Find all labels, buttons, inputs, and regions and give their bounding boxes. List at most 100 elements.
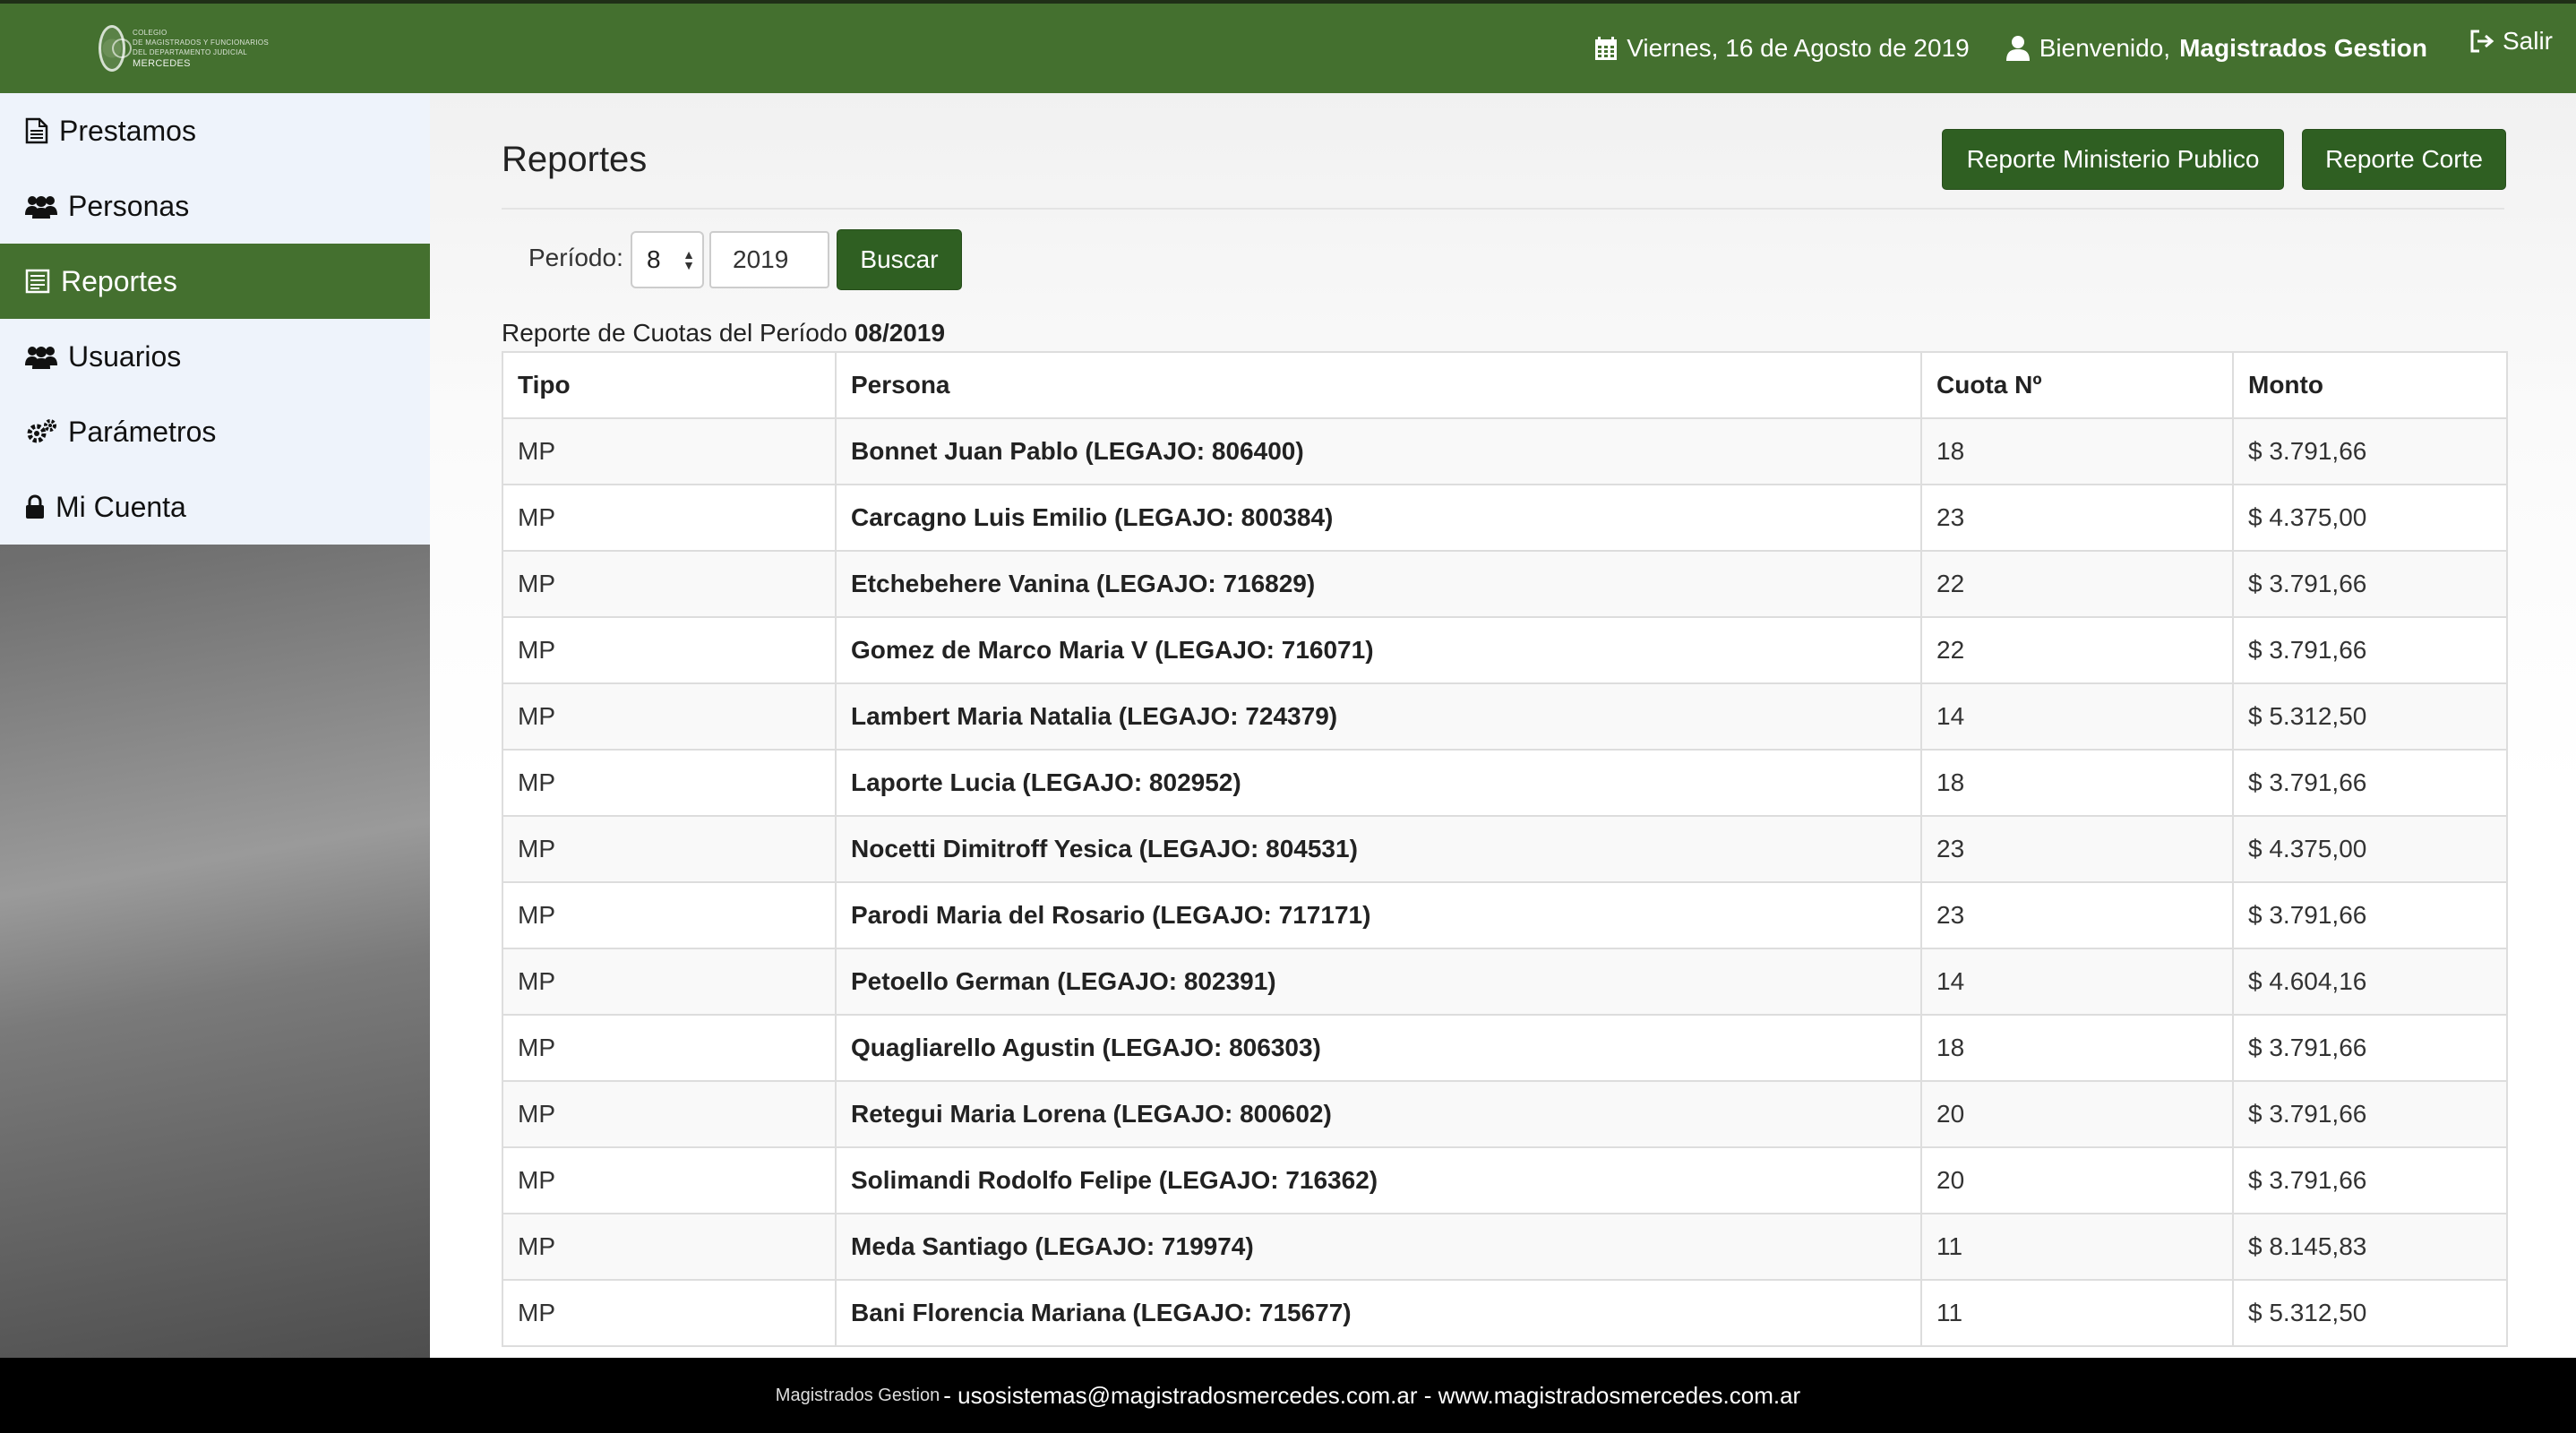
sidebar-item-reportes[interactable]: Reportes (0, 244, 430, 319)
cell-persona: Parodi Maria del Rosario (LEGAJO: 717171… (835, 881, 1922, 949)
users-icon (25, 347, 57, 369)
top-bar: COLEGIO DE MAGISTRADOS Y FUNCIONARIOS DE… (0, 0, 2576, 93)
logo-line: MERCEDES (133, 57, 191, 69)
sidebar-item-label: Reportes (61, 264, 177, 297)
footer-separator: - (943, 1381, 951, 1409)
reporte-ministerio-publico-button[interactable]: Reporte Ministerio Publico (1942, 129, 2284, 190)
cell-tipo: MP (502, 1146, 837, 1214)
logout-link[interactable]: Salir (2469, 27, 2553, 56)
user-name: Magistrados Gestion (2179, 34, 2427, 62)
lock-icon (26, 494, 44, 519)
cell-cuota: 18 (1920, 749, 2234, 817)
cell-persona: Etchebehere Vanina (LEGAJO: 716829) (835, 550, 1922, 618)
footer-website-link[interactable]: www.magistradosmercedes.com.ar (1438, 1382, 1801, 1410)
cell-cuota: 14 (1920, 948, 2234, 1016)
logo-line: COLEGIO (133, 28, 167, 37)
cell-cuota: 20 (1920, 1146, 2234, 1214)
table-row: MP Retegui Maria Lorena (LEGAJO: 800602) 2… (502, 1080, 2508, 1148)
cell-tipo: MP (502, 682, 837, 751)
report-icon (25, 269, 50, 294)
cell-persona: Bonnet Juan Pablo (LEGAJO: 806400) (835, 417, 1922, 485)
buscar-button[interactable]: Buscar (837, 229, 962, 290)
cell-tipo: MP (502, 948, 837, 1016)
cell-cuota: 18 (1920, 417, 2234, 485)
cell-monto: $ 3.791,66 (2232, 550, 2508, 618)
caption-prefix: Reporte de Cuotas del Período (502, 319, 848, 347)
table-row: MP Nocetti Dimitroff Yesica (LEGAJO: 8045… (502, 815, 2508, 883)
sidebar-item-usuarios[interactable]: Usuarios (0, 319, 430, 394)
cell-monto: $ 8.145,83 (2232, 1213, 2508, 1281)
table-row: MP Petoello German (LEGAJO: 802391) 14 $ 4.… (502, 948, 2508, 1016)
sidebar-item-label: Mi Cuenta (56, 490, 186, 523)
logo-line: DE MAGISTRADOS Y FUNCIONARIOS (133, 38, 269, 47)
logo-line: DEL DEPARTAMENTO JUDICIAL (133, 47, 247, 56)
cell-tipo: MP (502, 616, 837, 684)
sidebar-item-label: Parámetros (68, 415, 217, 448)
table-row: MP Parodi Maria del Rosario (LEGAJO: 7171… (502, 881, 2508, 949)
cell-tipo: MP (502, 881, 837, 949)
cell-tipo: MP (502, 484, 837, 552)
table-row: MP Meda Santiago (LEGAJO: 719974) 11 $ 8.14… (502, 1213, 2508, 1281)
footer-email-link[interactable]: usosistemas@magistradosmercedes.com.ar (957, 1382, 1417, 1410)
table-row: MP Gomez de Marco Maria V (LEGAJO: 716071… (502, 616, 2508, 684)
cell-tipo: MP (502, 550, 837, 618)
cell-cuota: 23 (1920, 815, 2234, 883)
column-header-tipo: Tipo (502, 351, 837, 419)
sidebar: Prestamos Personas Reportes Usuarios Par… (0, 93, 430, 1358)
reporte-corte-button[interactable]: Reporte Corte (2302, 129, 2506, 190)
month-select[interactable]: 8 ▲ ▼ (631, 231, 704, 288)
table-header-row: Tipo Persona Cuota Nº Monto (502, 351, 2508, 419)
cell-tipo: MP (502, 1213, 837, 1281)
cell-monto: $ 5.312,50 (2232, 1279, 2508, 1347)
cell-monto: $ 3.791,66 (2232, 881, 2508, 949)
sidebar-item-label: Personas (68, 189, 190, 222)
cell-persona: Nocetti Dimitroff Yesica (LEGAJO: 804531… (835, 815, 1922, 883)
cell-cuota: 14 (1920, 682, 2234, 751)
column-header-monto: Monto (2232, 351, 2508, 419)
cell-persona: Retegui Maria Lorena (LEGAJO: 800602) (835, 1080, 1922, 1148)
cell-cuota: 22 (1920, 550, 2234, 618)
cell-persona: Bani Florencia Mariana (LEGAJO: 715677) (835, 1279, 1922, 1347)
caption-period: 08/2019 (854, 319, 946, 347)
cell-monto: $ 3.791,66 (2232, 749, 2508, 817)
sidebar-item-prestamos[interactable]: Prestamos (0, 93, 430, 168)
sidebar-item-personas[interactable]: Personas (0, 168, 430, 244)
cell-monto: $ 4.604,16 (2232, 948, 2508, 1016)
table-row: MP Bonnet Juan Pablo (LEGAJO: 806400) 18 $ … (502, 417, 2508, 485)
sidebar-item-parametros[interactable]: Parámetros (0, 394, 430, 469)
cell-monto: $ 3.791,66 (2232, 417, 2508, 485)
sidebar-item-label: Prestamos (59, 114, 196, 147)
table-row: MP Lambert Maria Natalia (LEGAJO: 724379)… (502, 682, 2508, 751)
table-row: MP Bani Florencia Mariana (LEGAJO: 715677… (502, 1279, 2508, 1347)
cell-tipo: MP (502, 1080, 837, 1148)
cuotas-table: Tipo Persona Cuota Nº Monto MP Bonnet Jua… (502, 351, 2508, 1347)
cell-tipo: MP (502, 1279, 837, 1347)
table-row: MP Solimandi Rodolfo Felipe (LEGAJO: 7163… (502, 1146, 2508, 1214)
cell-tipo: MP (502, 1014, 837, 1082)
colegio-logo[interactable]: COLEGIO DE MAGISTRADOS Y FUNCIONARIOS DE… (99, 23, 269, 73)
users-icon (25, 196, 57, 219)
cell-cuota: 23 (1920, 881, 2234, 949)
select-arrows-icon: ▲ ▼ (683, 247, 695, 272)
cell-persona: Carcagno Luis Emilio (LEGAJO: 800384) (835, 484, 1922, 552)
sidebar-item-label: Usuarios (68, 339, 182, 373)
sidebar-item-mi-cuenta[interactable]: Mi Cuenta (0, 469, 430, 545)
month-value: 8 (647, 245, 661, 273)
footer-app-name: Magistrados Gestion (775, 1385, 940, 1405)
cell-persona: Gomez de Marco Maria V (LEGAJO: 716071) (835, 616, 1922, 684)
cell-cuota: 18 (1920, 1014, 2234, 1082)
calendar-icon (1595, 37, 1618, 60)
header-date: Viernes, 16 de Agosto de 2019 (1594, 34, 1970, 63)
user-icon (2005, 36, 2030, 61)
cell-cuota: 11 (1920, 1279, 2234, 1347)
cell-monto: $ 3.791,66 (2232, 1146, 2508, 1214)
year-input[interactable] (709, 231, 829, 288)
cell-monto: $ 4.375,00 (2232, 815, 2508, 883)
cell-cuota: 23 (1920, 484, 2234, 552)
logout-label: Salir (2502, 27, 2553, 55)
table-row: MP Etchebehere Vanina (LEGAJO: 716829) 22 $… (502, 550, 2508, 618)
date-text: Viernes, 16 de Agosto de 2019 (1627, 34, 1970, 62)
cell-persona: Solimandi Rodolfo Felipe (LEGAJO: 716362… (835, 1146, 1922, 1214)
table-row: MP Carcagno Luis Emilio (LEGAJO: 800384) 2… (502, 484, 2508, 552)
cell-monto: $ 3.791,66 (2232, 1014, 2508, 1082)
